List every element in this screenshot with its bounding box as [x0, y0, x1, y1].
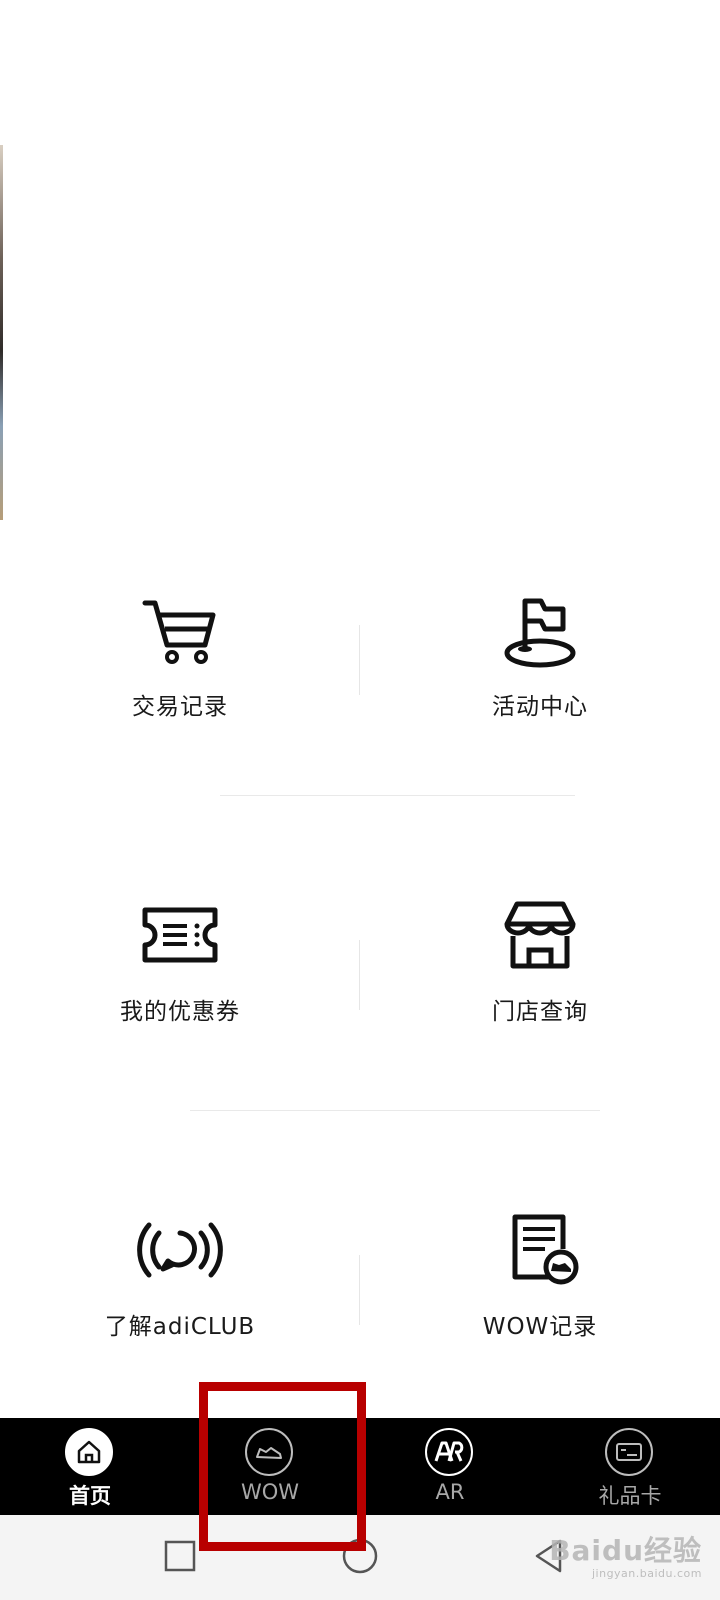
image-edge-strip	[0, 145, 3, 520]
menu-item-label: WOW记录	[482, 1314, 598, 1340]
menu-grid: 交易记录 活动中心 我的优惠券 门店查询 了解adiCLUB WOW记录	[0, 530, 720, 1420]
home-icon	[65, 1428, 113, 1476]
menu-item-label: 交易记录	[132, 694, 228, 720]
sneaker-icon	[245, 1428, 293, 1476]
home-circle-icon[interactable]	[335, 1531, 385, 1581]
ticket-icon	[135, 890, 225, 980]
banner-area	[0, 0, 720, 530]
menu-item-label: 了解adiCLUB	[104, 1314, 256, 1340]
menu-item-label: 门店查询	[492, 999, 588, 1025]
menu-item-activity-center[interactable]: 活动中心	[360, 530, 720, 830]
menu-item-label: 我的优惠券	[120, 999, 240, 1025]
tab-label: AR	[435, 1480, 465, 1504]
ar-icon	[425, 1428, 473, 1476]
shopping-cart-icon	[135, 585, 225, 675]
horizontal-divider	[220, 795, 575, 796]
watermark: Baidu经验 jingyan.baidu.com	[549, 1529, 702, 1580]
broadcast-icon	[135, 1205, 225, 1295]
menu-item-label: 活动中心	[492, 694, 588, 720]
tab-wow[interactable]: WOW	[180, 1418, 360, 1515]
bottom-tab-bar: 首页 WOW AR 礼品卡	[0, 1418, 720, 1515]
menu-item-coupons[interactable]: 我的优惠券	[0, 835, 360, 1135]
tab-home[interactable]: 首页	[0, 1418, 180, 1515]
menu-item-wow-records[interactable]: WOW记录	[360, 1150, 720, 1450]
store-icon	[495, 890, 585, 980]
gift-card-icon	[605, 1428, 653, 1476]
menu-item-adiclub[interactable]: 了解adiCLUB	[0, 1150, 360, 1450]
tab-gift-card[interactable]: 礼品卡	[540, 1418, 720, 1515]
tab-ar[interactable]: AR	[360, 1418, 540, 1515]
document-sneaker-icon	[495, 1205, 585, 1295]
tab-label: 首页	[69, 1484, 111, 1508]
watermark-main: Baidu经验	[549, 1534, 702, 1567]
menu-item-store-search[interactable]: 门店查询	[360, 835, 720, 1135]
horizontal-divider	[190, 1110, 600, 1111]
menu-item-transactions[interactable]: 交易记录	[0, 530, 360, 830]
screen: 交易记录 活动中心 我的优惠券 门店查询 了解adiCLUB WOW记录 首页 …	[0, 0, 720, 1600]
recent-apps-icon[interactable]	[155, 1531, 205, 1581]
tab-label: WOW	[240, 1480, 300, 1504]
flag-icon	[495, 585, 585, 675]
tab-label: 礼品卡	[598, 1484, 662, 1508]
